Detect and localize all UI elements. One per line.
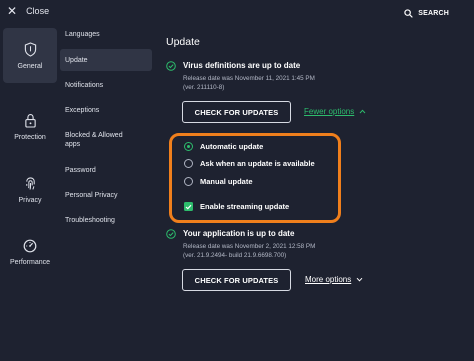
check-application-updates-button[interactable]: CHECK FOR UPDATES [182,269,291,291]
option-automatic-update[interactable]: Automatic update [184,142,263,151]
subnav-item-troubleshooting[interactable]: Troubleshooting [60,216,152,225]
definitions-status-text: Virus definitions are up to date [183,61,301,70]
definitions-version: (ver. 211110-8) [183,84,225,91]
subnav-item-exceptions[interactable]: Exceptions [60,106,152,115]
option-label: Automatic update [200,142,264,151]
chevron-down-icon [356,277,363,282]
fewer-options-link[interactable]: Fewer options [304,107,366,116]
application-status: Your application is up to date [166,229,294,239]
more-options-label: More options [305,275,352,284]
page-title: Update [166,36,200,48]
application-status-text: Your application is up to date [183,229,295,238]
close-icon: ✕ [7,4,18,18]
nav-item-general[interactable]: General [3,28,57,83]
left-navigation: General Protection Privacy Performance [0,26,58,361]
search-icon [404,8,414,18]
radio-selected[interactable] [184,142,193,151]
speedometer-icon [23,239,37,253]
subnav-item-personal-privacy[interactable]: Personal Privacy [60,191,152,200]
close-label: Close [26,6,50,16]
nav-label-performance: Performance [9,259,51,266]
option-label: Ask when an update is available [200,159,315,168]
subnav-item-notifications[interactable]: Notifications [60,81,152,90]
update-options-highlight: Automatic update Ask when an update is a… [169,133,341,223]
application-version: (ver. 21.9.2494- build 21.9.6698.700) [183,252,287,259]
top-bar: ✕ Close SEARCH [0,0,474,22]
check-circle-icon [166,61,176,71]
nav-item-privacy[interactable]: Privacy [3,162,57,217]
subnav-item-password[interactable]: Password [60,166,152,175]
checkmark-icon [185,204,192,210]
radio-unselected[interactable] [184,159,193,168]
nav-label-general: General [17,62,43,70]
lock-icon [24,113,36,128]
shield-icon [24,41,36,57]
nav-label-privacy: Privacy [18,196,42,204]
fewer-options-label: Fewer options [304,107,355,116]
definitions-status: Virus definitions are up to date [166,61,300,71]
check-definitions-updates-button[interactable]: CHECK FOR UPDATES [182,101,291,123]
check-circle-icon [166,229,176,239]
chevron-up-icon [359,109,366,114]
radio-unselected[interactable] [184,177,193,186]
checkbox-checked[interactable] [184,202,193,211]
nav-item-performance[interactable]: Performance [3,225,57,280]
subnav-item-update[interactable]: Update [60,49,152,71]
subnav-item-languages[interactable]: Languages [60,30,152,39]
option-label: Manual update [200,177,253,186]
nav-item-protection[interactable]: Protection [3,99,57,154]
subnav-item-blocked-allowed-apps[interactable]: Blocked & Allowed apps [60,131,136,149]
option-streaming-update[interactable]: Enable streaming update [184,202,289,211]
fingerprint-icon [25,176,35,190]
option-ask-when-available[interactable]: Ask when an update is available [184,159,315,168]
option-label: Enable streaming update [200,202,290,211]
nav-label-protection: Protection [14,133,46,141]
more-options-link[interactable]: More options [305,275,363,284]
definitions-release-date: Release date was November 11, 2021 1:45 … [183,75,315,82]
search-button[interactable]: SEARCH [404,7,449,19]
search-label: SEARCH [418,9,449,17]
option-manual-update[interactable]: Manual update [184,177,253,186]
application-release-date: Release date was November 2, 2021 12:58 … [183,243,316,250]
close-button[interactable]: ✕ Close [7,4,49,18]
